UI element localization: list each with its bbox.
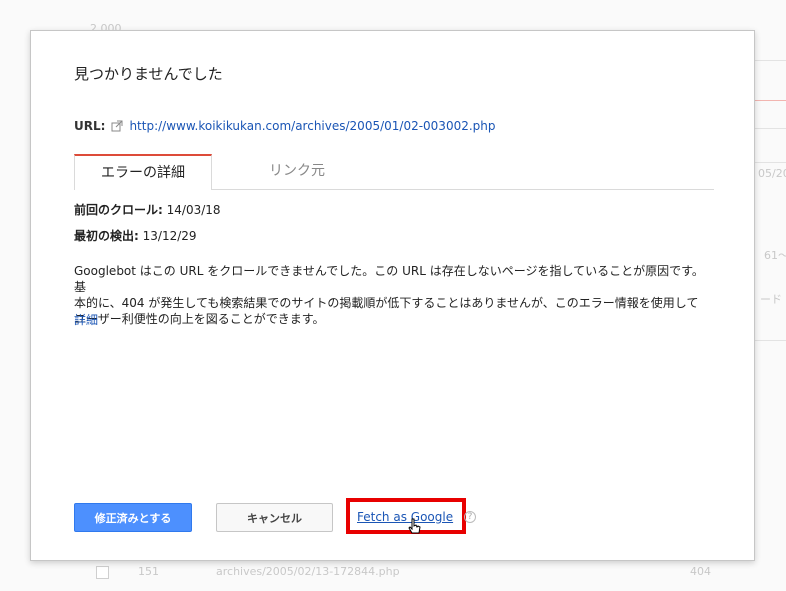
description-line: Googlebot はこの URL をクロールできませんでした。この URL は… (74, 264, 704, 294)
bg-date-label: 05/20 (758, 167, 786, 180)
first-detected-value: 13/12/29 (142, 229, 197, 243)
details-link[interactable]: 詳細 (74, 311, 98, 328)
external-link-icon[interactable] (111, 120, 123, 132)
cancel-button[interactable]: キャンセル (216, 503, 333, 532)
bg-gridline (755, 60, 786, 61)
help-icon[interactable]: ? (464, 511, 476, 523)
error-description: Googlebot はこの URL をクロールできませんでした。この URL は… (74, 263, 714, 327)
url-row: URL: http://www.koikikukan.com/archives/… (74, 119, 496, 133)
tab-error-details[interactable]: エラーの詳細 (74, 154, 212, 190)
first-detected-label: 最初の検出: (74, 229, 139, 243)
bg-chart-line (755, 100, 786, 101)
bg-row-index: 151 (138, 565, 159, 578)
crawl-error-dialog: 見つかりませんでした URL: http://www.koikikukan.co… (30, 30, 755, 561)
fetch-as-google-link[interactable]: Fetch as Google (357, 510, 453, 524)
description-line: ユーザー利便性の向上を図ることができます。 (74, 312, 325, 326)
last-crawl-label: 前回のクロール: (74, 203, 163, 217)
bg-row-code: 404 (690, 565, 711, 578)
bg-gridline (755, 128, 786, 129)
tab-linked-from[interactable]: リンク元 (242, 154, 352, 189)
bg-gridline (755, 162, 786, 163)
bg-side-label: ード (760, 293, 782, 306)
last-crawl-row: 前回のクロール: 14/03/18 (74, 201, 221, 218)
first-detected-row: 最初の検出: 13/12/29 (74, 227, 197, 244)
bg-row-checkbox (96, 566, 109, 579)
bg-gridline (755, 340, 786, 341)
url-label: URL: (74, 119, 106, 133)
last-crawl-value: 14/03/18 (166, 203, 221, 217)
hand-cursor-icon (408, 518, 421, 538)
tab-bar: エラーの詳細 リンク元 (74, 154, 714, 190)
bg-range-label: 61〜 (764, 249, 786, 262)
mark-as-fixed-button[interactable]: 修正済みとする (74, 503, 192, 532)
error-url-link[interactable]: http://www.koikikukan.com/archives/2005/… (129, 119, 495, 133)
bg-row-url: archives/2005/02/13-172844.php (216, 565, 400, 578)
description-line: 本的に、404 が発生しても検索結果でのサイトの掲載順が低下することはありません… (74, 296, 699, 310)
dialog-title: 見つかりませんでした (74, 65, 223, 83)
